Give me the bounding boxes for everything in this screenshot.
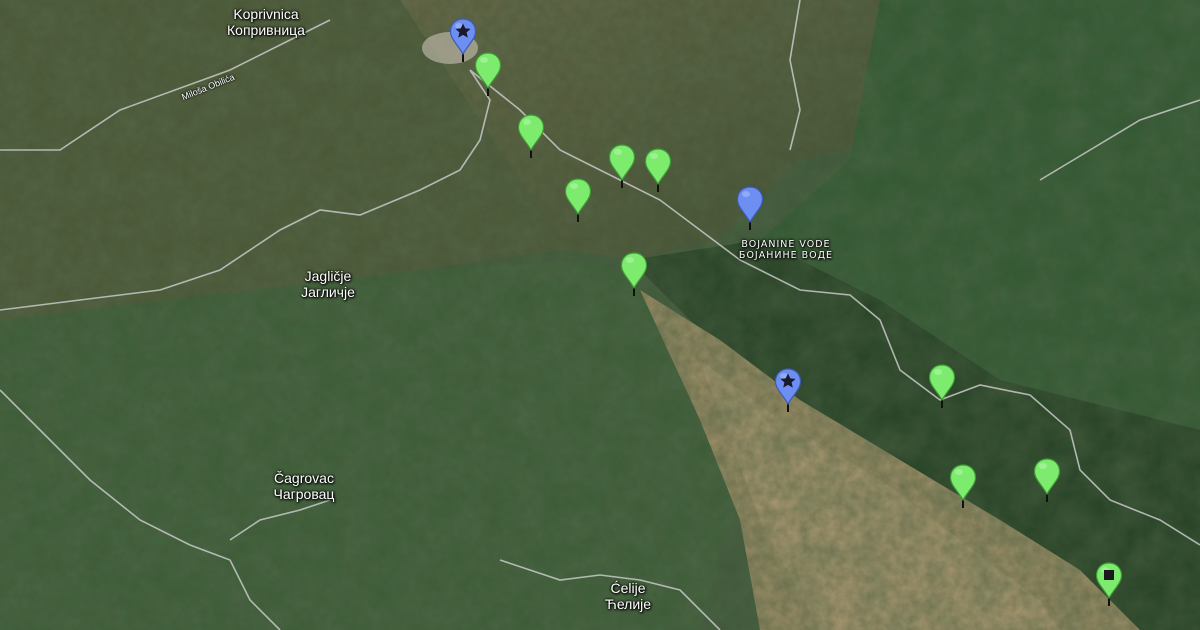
map-marker-green[interactable] bbox=[949, 464, 977, 508]
map-marker-blue[interactable] bbox=[736, 186, 764, 230]
map-marker-blue-star[interactable] bbox=[449, 18, 477, 62]
map-marker-green[interactable] bbox=[517, 114, 545, 158]
map-marker-green[interactable] bbox=[928, 364, 956, 408]
square-icon bbox=[1104, 570, 1114, 580]
map-marker-green[interactable] bbox=[1033, 458, 1061, 502]
map-marker-green[interactable] bbox=[644, 148, 672, 192]
map-marker-green[interactable] bbox=[474, 52, 502, 96]
map-marker-blue-star[interactable] bbox=[774, 368, 802, 412]
map-marker-green-square[interactable] bbox=[1095, 562, 1123, 606]
map-marker-green[interactable] bbox=[564, 178, 592, 222]
map-marker-green[interactable] bbox=[620, 252, 648, 296]
map-canvas[interactable]: Koprivnica Копривница Jagličje Јагличје Ča… bbox=[0, 0, 1200, 630]
map-marker-green[interactable] bbox=[608, 144, 636, 188]
